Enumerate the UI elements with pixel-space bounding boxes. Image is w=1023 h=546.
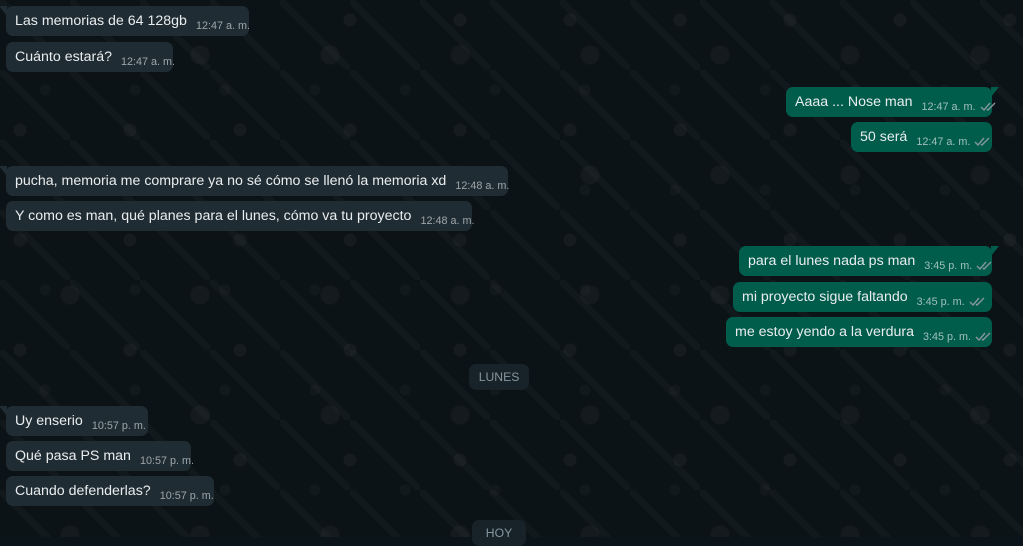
message-timestamp: 12:47 a. m. [195, 19, 250, 32]
incoming-message[interactable]: Y como es man, qué planes para el lunes,… [6, 201, 474, 231]
message-time: 12:47 a. m. [916, 136, 991, 148]
message-timestamp: 3:45 p. m. [923, 330, 972, 343]
message-text: Las memorias de 64 128gb [15, 12, 187, 29]
message-text: para el lunes nada ps man [748, 252, 916, 269]
outgoing-message[interactable]: Aaaa ... Nose man 12:47 a. m. [786, 87, 999, 117]
incoming-message[interactable]: Qué pasa PS man 10:57 p. m. [6, 441, 194, 471]
date-separator-label: HOY [485, 526, 513, 540]
message-time: 12:47 a. m. [121, 56, 175, 68]
message-list[interactable]: Las memorias de 64 128gb 12:47 a. m. Cuá… [0, 0, 1023, 546]
incoming-message[interactable]: pucha, memoria me comprare ya no sé cómo… [0, 166, 509, 196]
message-text: me estoy yendo a la verdura [735, 323, 915, 340]
message-time: 10:57 p. m. [92, 420, 146, 432]
outgoing-message[interactable]: para el lunes nada ps man 3:45 p. m. [739, 246, 999, 276]
date-separator: LUNES [469, 364, 529, 390]
incoming-message[interactable]: Cuando defenderlas? 10:57 p. m. [6, 476, 214, 506]
message-time: 3:45 p. m. [917, 296, 986, 308]
message-timestamp: 12:47 a. m. [916, 135, 971, 148]
message-timestamp: 12:48 a. m. [420, 214, 475, 227]
message-timestamp: 12:47 a. m. [921, 100, 976, 113]
date-separator: HOY [472, 520, 526, 546]
message-timestamp: 10:57 p. m. [159, 489, 214, 502]
message-time: 12:47 a. m. [196, 20, 250, 32]
message-timestamp: 12:47 a. m. [121, 55, 176, 68]
outgoing-message[interactable]: 50 será 12:47 a. m. [851, 122, 992, 152]
incoming-message[interactable]: Uy enserio 10:57 p. m. [0, 406, 148, 436]
message-timestamp: 12:48 a. m. [455, 179, 510, 192]
outgoing-message[interactable]: mi proyecto sigue faltando 3:45 p. m. [733, 282, 992, 312]
double-check-icon [980, 102, 996, 112]
message-time: 12:48 a. m. [455, 180, 509, 192]
date-separator-label: LUNES [478, 370, 520, 384]
message-text: Uy enserio [15, 412, 83, 429]
message-text: pucha, memoria me comprare ya no sé cómo… [15, 172, 447, 189]
message-time: 12:47 a. m. [922, 101, 997, 113]
message-text: Aaaa ... Nose man [795, 93, 913, 110]
message-time: 10:57 p. m. [140, 455, 194, 467]
double-check-icon [976, 261, 992, 271]
message-timestamp: 3:45 p. m. [924, 259, 973, 272]
message-time: 3:45 p. m. [923, 331, 992, 343]
message-timestamp: 10:57 p. m. [139, 454, 194, 467]
message-text: Cuando defenderlas? [15, 482, 151, 499]
message-text: 50 será [860, 128, 908, 145]
message-time: 10:57 p. m. [160, 490, 214, 502]
message-timestamp: 3:45 p. m. [916, 295, 965, 308]
message-timestamp: 10:57 p. m. [91, 419, 146, 432]
outgoing-message[interactable]: me estoy yendo a la verdura 3:45 p. m. [726, 317, 992, 347]
message-text: Qué pasa PS man [15, 447, 131, 464]
double-check-icon [974, 137, 990, 147]
message-time: 3:45 p. m. [924, 260, 993, 272]
incoming-message[interactable]: Las memorias de 64 128gb 12:47 a. m. [0, 6, 250, 36]
double-check-icon [969, 297, 985, 307]
message-time: 12:48 a. m. [420, 215, 474, 227]
message-text: mi proyecto sigue faltando [742, 288, 908, 305]
message-text: Y como es man, qué planes para el lunes,… [15, 207, 412, 224]
incoming-message[interactable]: Cuánto estará? 12:47 a. m. [6, 42, 175, 72]
double-check-icon [975, 332, 991, 342]
message-text: Cuánto estará? [15, 48, 113, 65]
